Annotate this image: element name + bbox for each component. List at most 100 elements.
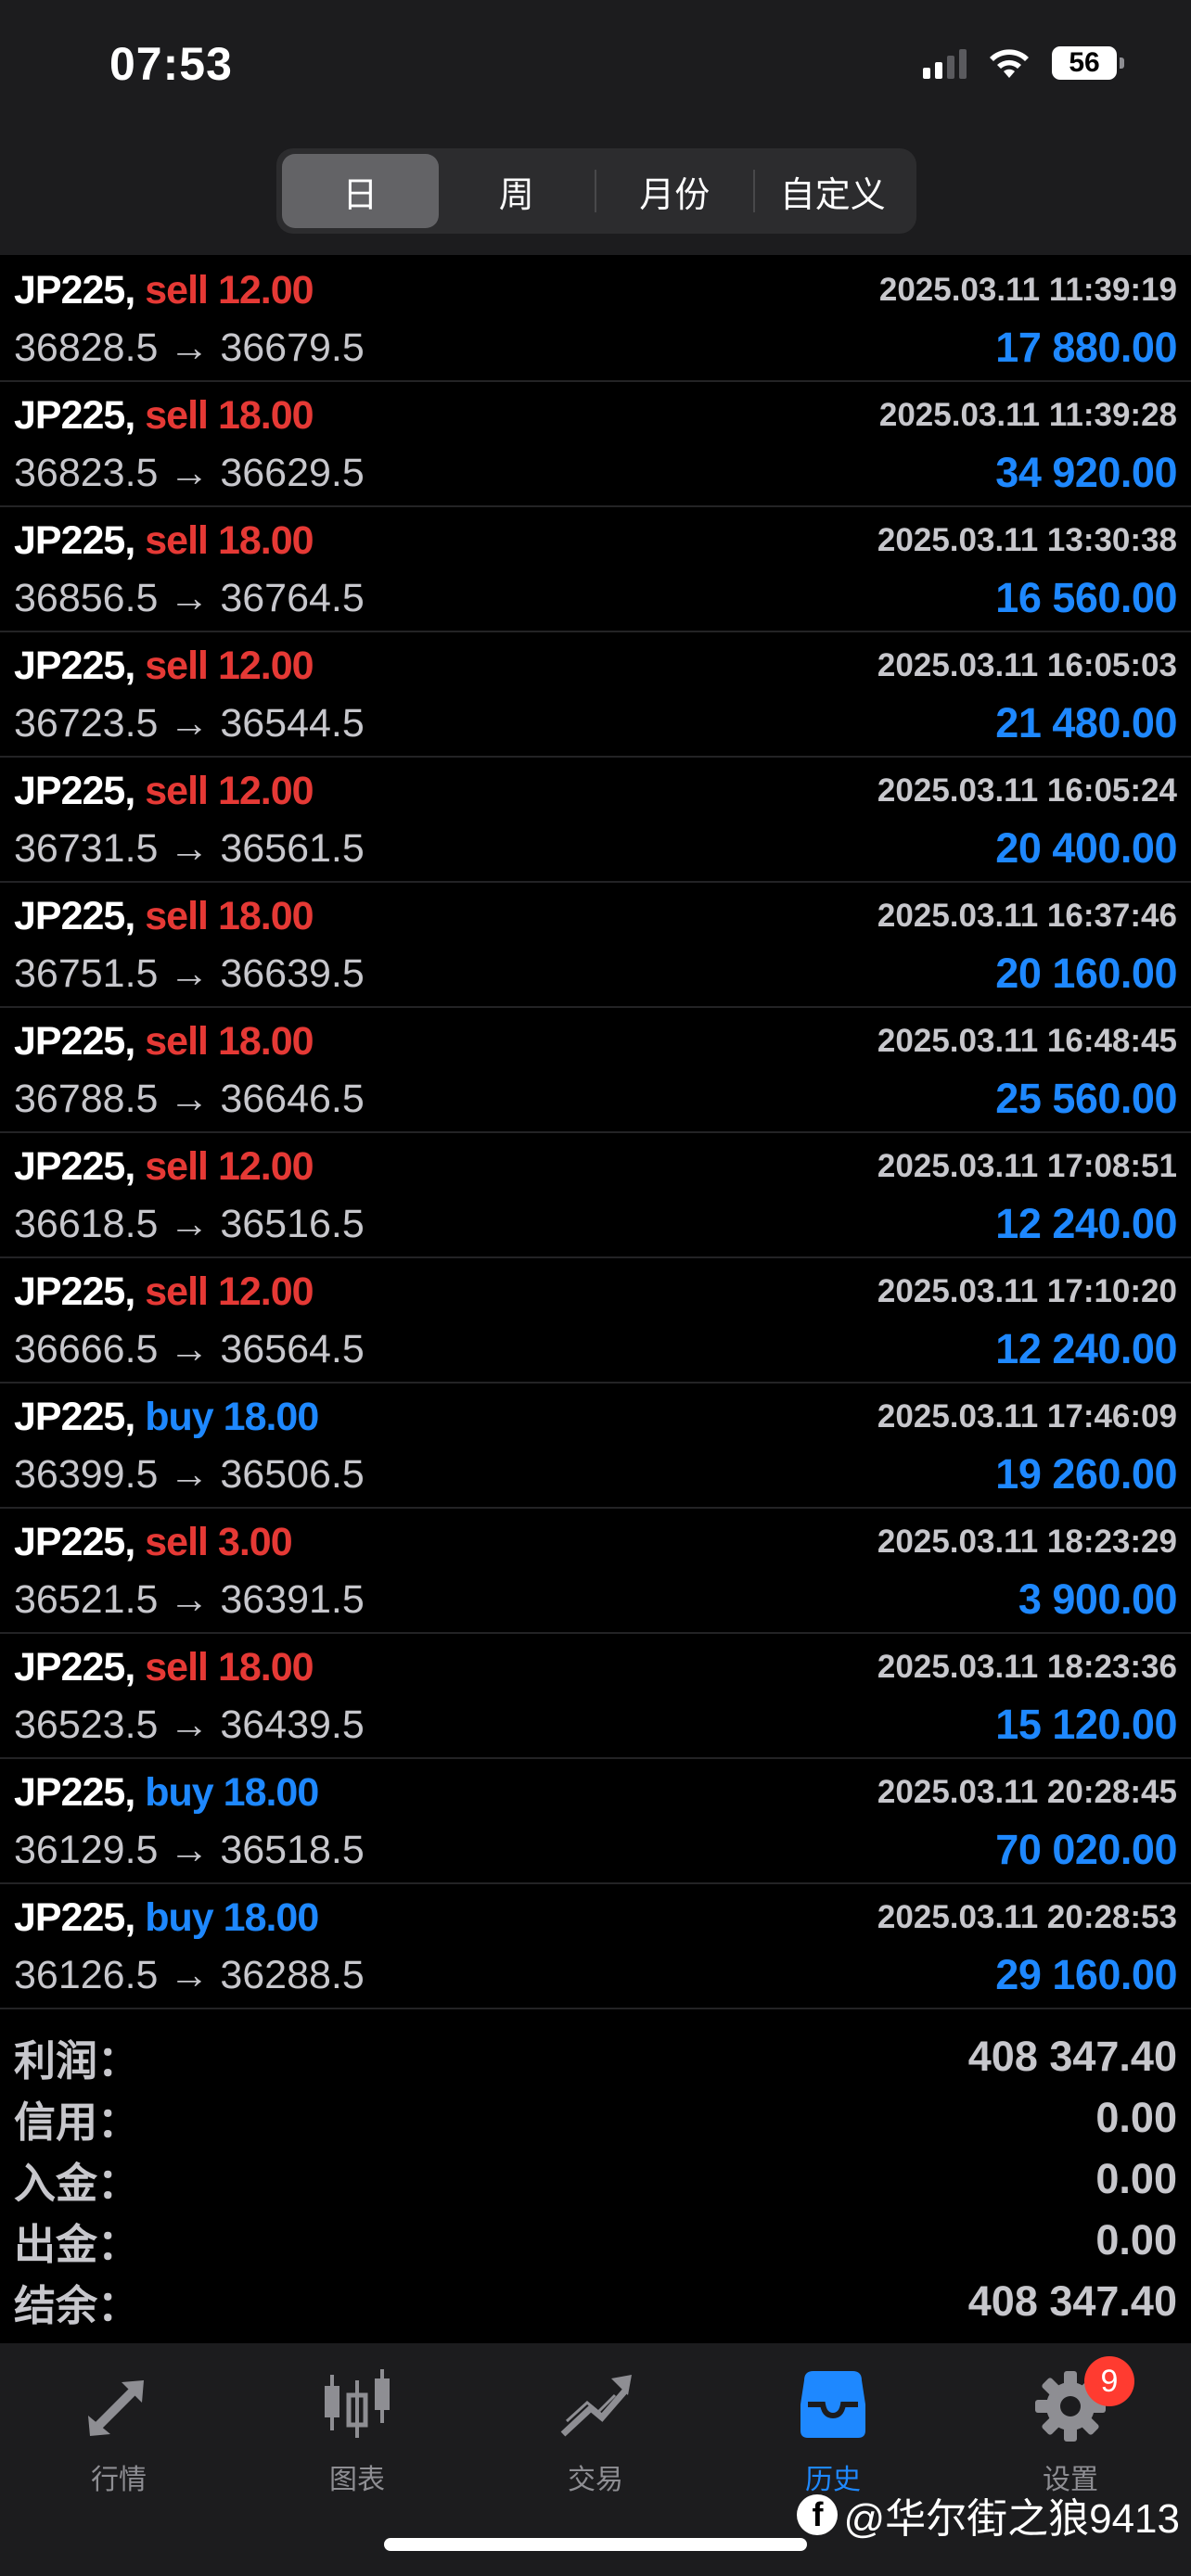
- deal-row[interactable]: JP225, sell 18.00 2025.03.11 11:39:28 3682…: [0, 382, 1191, 507]
- account-summary: 利润： 408 347.40 信用： 0.00 入金： 0.00 出金： 0.00 结余： 408…: [0, 2026, 1191, 2332]
- deal-datetime: 2025.03.11 17:46:09: [877, 1398, 1177, 1435]
- deal-prices: 36126.5 → 36288.5: [14, 1953, 365, 1997]
- period-tab-week[interactable]: 周: [439, 154, 596, 228]
- deal-row[interactable]: JP225, buy 18.00 2025.03.11 20:28:45 36129…: [0, 1759, 1191, 1884]
- deal-row[interactable]: JP225, sell 12.00 2025.03.11 16:05:03 3672…: [0, 632, 1191, 758]
- deal-row[interactable]: JP225, sell 3.00 2025.03.11 18:23:29 36521…: [0, 1509, 1191, 1634]
- tab-history[interactable]: 历史: [759, 2362, 907, 2497]
- deal-volume: 18.00: [217, 894, 314, 938]
- deal-title: JP225, sell 18.00: [14, 1019, 314, 1065]
- period-segmented-control: 日 周 月份 自定义: [276, 148, 916, 234]
- summary-label: 结余：: [14, 2281, 140, 2329]
- deal-prices: 36666.5 → 36564.5: [14, 1327, 365, 1371]
- deal-symbol: JP225,: [14, 393, 135, 438]
- tab-charts[interactable]: 图表: [283, 2362, 431, 2497]
- deal-profit: 29 160.00: [995, 1951, 1177, 1998]
- summary-value: 0.00: [1095, 2094, 1177, 2141]
- quotes-arrows-icon: [88, 2380, 144, 2436]
- deal-side: buy: [145, 1395, 213, 1439]
- home-indicator[interactable]: [384, 2538, 807, 2551]
- deal-title: JP225, sell 12.00: [14, 644, 314, 689]
- watermark: f @华尔街之狼9413: [797, 2485, 1180, 2544]
- deal-side-volume: sell 12.00: [145, 1144, 314, 1189]
- deal-side-volume: sell 3.00: [145, 1520, 293, 1564]
- deal-side-volume: sell 18.00: [145, 1645, 314, 1690]
- deal-side: sell: [145, 393, 209, 438]
- deal-symbol: JP225,: [14, 894, 135, 938]
- summary-row: 利润： 408 347.40: [0, 2026, 1191, 2087]
- tab-settings[interactable]: 9 设置: [996, 2356, 1145, 2497]
- deal-title: JP225, buy 18.00: [14, 1895, 319, 1941]
- deal-volume: 18.00: [217, 518, 314, 563]
- deal-row[interactable]: JP225, sell 18.00 2025.03.11 16:48:45 3678…: [0, 1008, 1191, 1133]
- wifi-icon: [990, 49, 1029, 78]
- deal-row[interactable]: JP225, sell 12.00 2025.03.11 16:05:24 3673…: [0, 758, 1191, 883]
- deal-symbol: JP225,: [14, 1770, 135, 1815]
- tab-trade[interactable]: 交易: [521, 2362, 670, 2497]
- deal-row[interactable]: JP225, buy 18.00 2025.03.11 17:46:09 36399…: [0, 1384, 1191, 1509]
- deal-side: sell: [145, 1645, 209, 1690]
- deal-symbol: JP225,: [14, 518, 135, 563]
- deal-volume: 12.00: [217, 268, 314, 312]
- deal-prices: 36828.5 → 36679.5: [14, 325, 365, 370]
- deal-profit: 16 560.00: [995, 574, 1177, 621]
- deal-prices: 36618.5 → 36516.5: [14, 1202, 365, 1246]
- deal-profit: 20 160.00: [995, 950, 1177, 997]
- deal-volume: 3.00: [217, 1520, 293, 1564]
- deal-profit: 17 880.00: [995, 324, 1177, 371]
- deal-row[interactable]: JP225, sell 18.00 2025.03.11 18:23:36 3652…: [0, 1634, 1191, 1759]
- deal-datetime: 2025.03.11 16:05:24: [877, 772, 1177, 809]
- deal-side-volume: sell 18.00: [145, 894, 314, 938]
- deal-profit: 12 240.00: [995, 1200, 1177, 1247]
- deal-title: JP225, buy 18.00: [14, 1395, 319, 1440]
- deal-side: sell: [145, 644, 209, 688]
- cellular-signal-icon: [923, 47, 967, 79]
- deal-symbol: JP225,: [14, 769, 135, 813]
- deal-profit: 25 560.00: [995, 1075, 1177, 1122]
- deal-profit: 19 260.00: [995, 1450, 1177, 1498]
- summary-value: 0.00: [1095, 2216, 1177, 2264]
- deal-profit: 20 400.00: [995, 824, 1177, 872]
- deal-row[interactable]: JP225, buy 18.00 2025.03.11 20:28:53 36126…: [0, 1884, 1191, 2009]
- deal-side-volume: sell 12.00: [145, 769, 314, 813]
- deal-volume: 12.00: [217, 644, 314, 688]
- deal-row[interactable]: JP225, sell 12.00 2025.03.11 17:10:20 3666…: [0, 1258, 1191, 1384]
- deal-symbol: JP225,: [14, 644, 135, 688]
- deal-side: sell: [145, 1269, 209, 1314]
- tab-quotes[interactable]: 行情: [45, 2362, 193, 2497]
- summary-value: 0.00: [1095, 2155, 1177, 2202]
- facebook-icon: f: [797, 2494, 839, 2535]
- summary-value: 408 347.40: [967, 2277, 1177, 2325]
- watermark-text: @华尔街之狼9413: [843, 2496, 1180, 2542]
- deal-row[interactable]: JP225, sell 18.00 2025.03.11 16:37:46 3675…: [0, 883, 1191, 1008]
- deal-profit: 21 480.00: [995, 699, 1177, 746]
- status-icons: 56: [923, 46, 1124, 80]
- deal-prices: 36731.5 → 36561.5: [14, 826, 365, 871]
- deal-row[interactable]: JP225, sell 12.00 2025.03.11 17:08:51 3661…: [0, 1133, 1191, 1258]
- deal-volume: 12.00: [217, 769, 314, 813]
- deal-side: sell: [145, 1019, 209, 1064]
- deal-datetime: 2025.03.11 16:37:46: [877, 898, 1177, 934]
- period-tab-custom[interactable]: 自定义: [755, 154, 912, 228]
- deal-title: JP225, sell 12.00: [14, 1269, 314, 1315]
- deal-prices: 36856.5 → 36764.5: [14, 576, 365, 620]
- deal-symbol: JP225,: [14, 1395, 135, 1439]
- deal-row[interactable]: JP225, sell 12.00 2025.03.11 11:39:19 3682…: [0, 257, 1191, 382]
- header: 07:53 56 日 周 月份 自定义: [0, 0, 1191, 255]
- period-tab-month[interactable]: 月份: [596, 154, 753, 228]
- deal-title: JP225, sell 18.00: [14, 894, 314, 939]
- deal-symbol: JP225,: [14, 1019, 135, 1064]
- deal-profit: 15 120.00: [995, 1701, 1177, 1748]
- deal-datetime: 2025.03.11 17:10:20: [877, 1273, 1177, 1309]
- deal-datetime: 2025.03.11 13:30:38: [877, 522, 1177, 558]
- deal-datetime: 2025.03.11 11:39:28: [878, 397, 1177, 433]
- summary-value: 408 347.40: [967, 2033, 1177, 2080]
- deal-datetime: 2025.03.11 16:05:03: [877, 647, 1177, 683]
- period-tab-day[interactable]: 日: [282, 154, 439, 228]
- deal-row[interactable]: JP225, sell 18.00 2025.03.11 13:30:38 3685…: [0, 507, 1191, 632]
- deal-prices: 36823.5 → 36629.5: [14, 451, 365, 495]
- deal-symbol: JP225,: [14, 1645, 135, 1690]
- deal-symbol: JP225,: [14, 1144, 135, 1189]
- deal-side-volume: sell 12.00: [145, 644, 314, 688]
- settings-badge: 9: [1084, 2356, 1134, 2406]
